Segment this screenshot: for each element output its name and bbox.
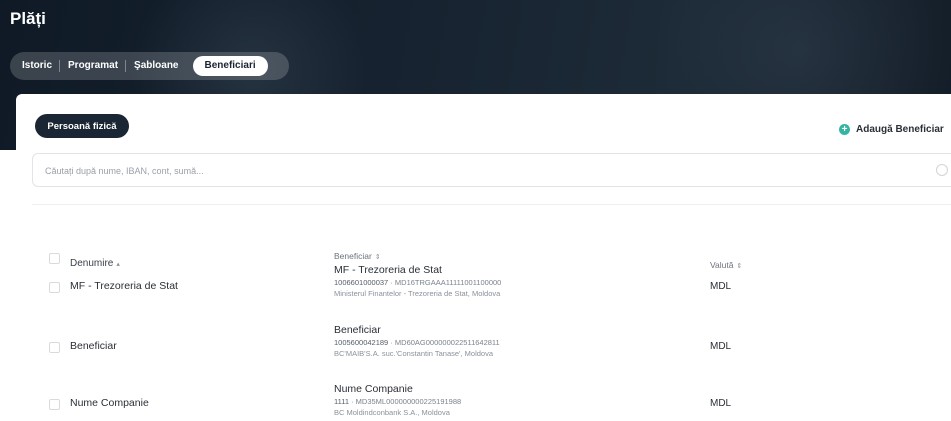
iban: · MD60AG000000022511642811: [388, 338, 500, 347]
column-header-beneficiary-label: Beneficiar: [334, 251, 372, 261]
tab-sabloane[interactable]: Şabloane: [126, 56, 186, 76]
sort-icon: ⇕: [374, 254, 381, 261]
tab-bar: Istoric Programat Şabloane Beneficiari: [10, 52, 289, 80]
row-name: Nume Companie: [70, 397, 149, 409]
person-filter-button[interactable]: Persoană fizică: [35, 114, 129, 138]
beneficiary-bank: BC Moldindconbank S.A., Moldova: [334, 408, 450, 417]
column-header-currency-label: Valută: [710, 260, 734, 270]
search-box: [32, 153, 951, 187]
iban: · MD16TRGAAA11111001100000: [388, 278, 502, 287]
row-beneficiary: MF - Trezoreria de Stat 1006601000037 · …: [334, 264, 501, 299]
account-number: 1006601000037: [334, 278, 389, 287]
add-beneficiary-label: Adaugă Beneficiar: [856, 123, 944, 135]
page-title: Plăți: [10, 9, 46, 28]
row-checkbox[interactable]: [49, 399, 60, 410]
tab-programat[interactable]: Programat: [60, 56, 127, 76]
row-beneficiary: Nume Companie 1111 · MD35ML0000000002251…: [334, 383, 461, 418]
search-input[interactable]: [45, 163, 905, 179]
account-number: 1005600042189: [334, 338, 389, 347]
beneficiary-bank: Ministerul Finantelor - Trezoreria de St…: [334, 289, 501, 298]
beneficiary-name: Beneficiar: [334, 324, 381, 336]
row-currency: MDL: [710, 398, 732, 409]
beneficiary-name: Nume Companie: [334, 383, 413, 395]
add-beneficiary-button[interactable]: + Adaugă Beneficiar: [839, 122, 944, 136]
beneficiaries-card: Persoană fizică + Adaugă Beneficiar Denu…: [16, 94, 951, 421]
row-currency: MDL: [710, 281, 732, 292]
row-name: Beneficiar: [70, 340, 117, 352]
column-header-name[interactable]: Denumire ▴: [70, 258, 120, 269]
sort-icon: ⇕: [736, 263, 743, 270]
tab-istoric[interactable]: Istoric: [14, 56, 61, 76]
row-currency: MDL: [710, 341, 732, 352]
beneficiary-bank: BC'MAIB'S.A. suc.'Constantin Tanase', Mo…: [334, 349, 493, 358]
search-icon[interactable]: [936, 164, 948, 176]
column-header-currency[interactable]: Valută ⇕: [710, 260, 742, 270]
row-name: MF - Trezoreria de Stat: [70, 280, 178, 292]
beneficiary-account: 1005600042189 · MD60AG000000022511642811: [334, 337, 500, 348]
sort-up-icon: ▴: [116, 261, 120, 268]
column-header-name-label: Denumire: [70, 258, 114, 269]
beneficiary-account: 1006601000037 · MD16TRGAAA11111001100000: [334, 277, 501, 288]
plus-circle-icon: +: [839, 123, 850, 135]
row-checkbox[interactable]: [49, 282, 60, 293]
beneficiary-name: MF - Trezoreria de Stat: [334, 264, 442, 276]
divider: [32, 204, 951, 205]
account-number: 1111: [334, 397, 350, 406]
select-all-checkbox[interactable]: [49, 253, 60, 264]
beneficiary-account: 1111 · MD35ML000000000225191988: [334, 396, 461, 407]
iban: · MD35ML000000000225191988: [349, 397, 462, 406]
row-beneficiary: Beneficiar 1005600042189 · MD60AG0000000…: [334, 324, 500, 359]
tab-beneficiari[interactable]: Beneficiari: [192, 56, 268, 76]
column-header-beneficiary[interactable]: Beneficiar ⇕: [334, 251, 381, 261]
row-checkbox[interactable]: [49, 342, 60, 353]
